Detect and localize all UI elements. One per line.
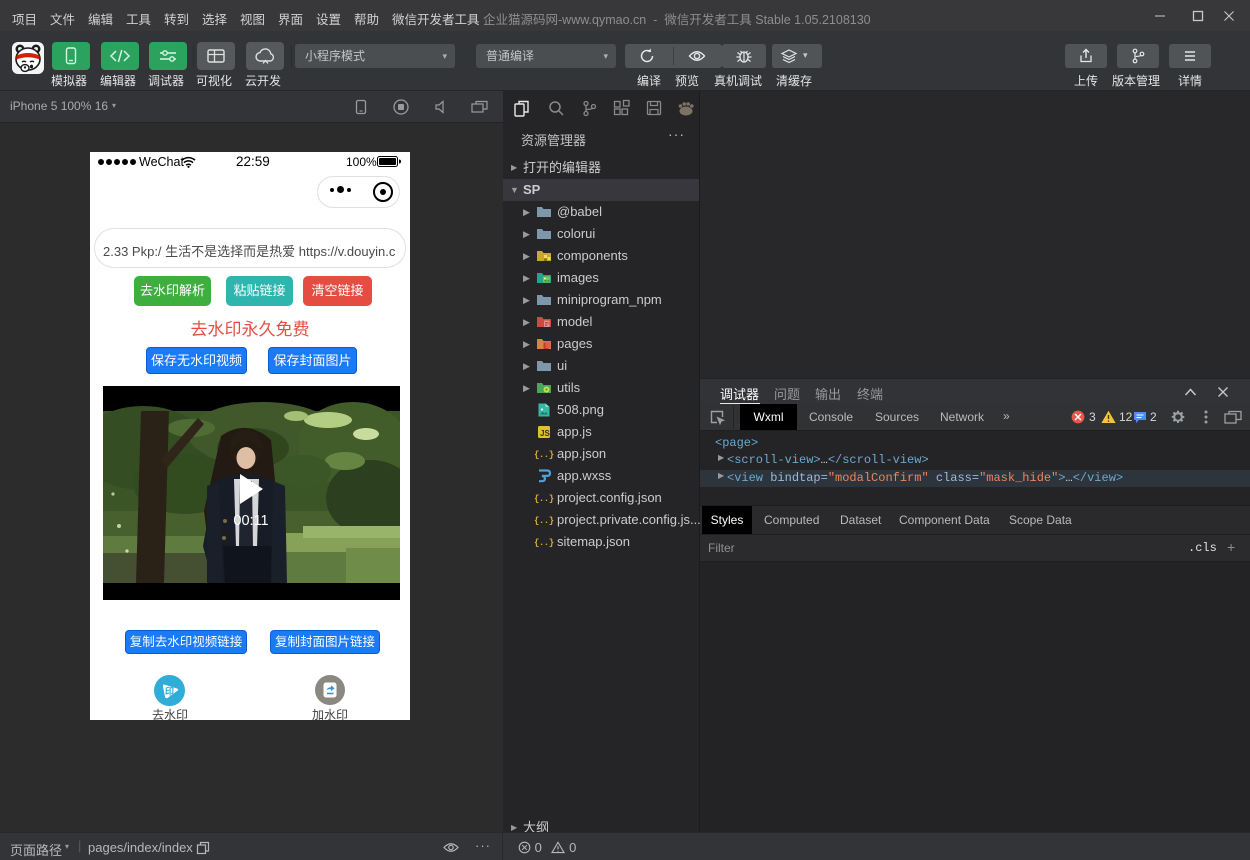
svg-text:印: 印 [165,686,174,697]
svg-text:00:11: 00:11 [233,513,268,529]
svg-text:JS: JS [540,429,550,438]
